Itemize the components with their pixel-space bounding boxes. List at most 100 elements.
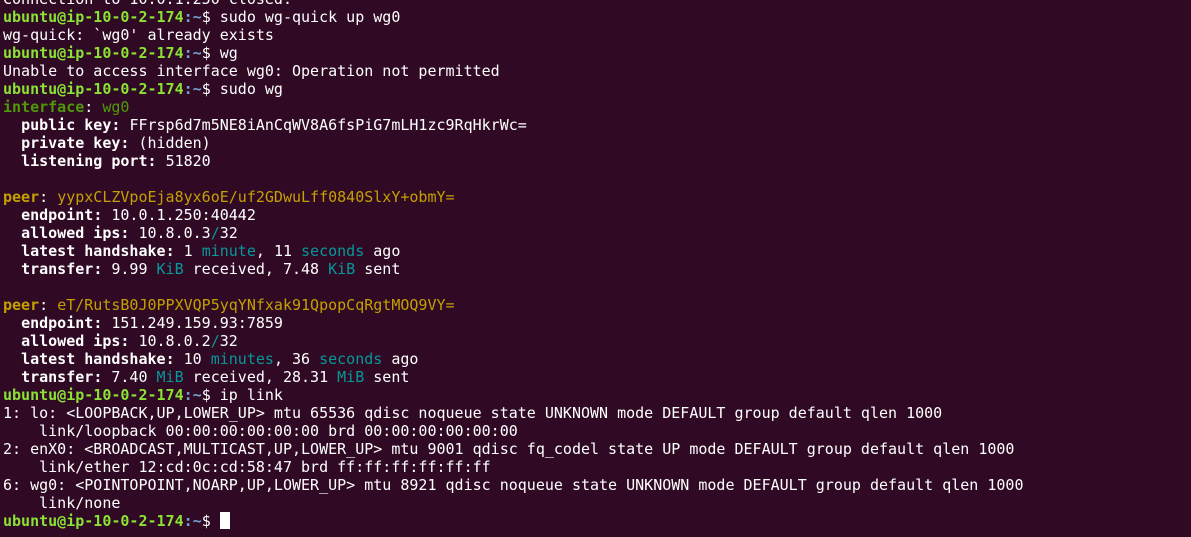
wg-field-line: public key: FFrsp6d7m5NE8iAnCqWV8A6fsPiG… (21, 116, 527, 134)
listening-port-label: listening port (21, 152, 148, 170)
listening-port-value: 51820 (165, 152, 211, 170)
transfer-label: transfer (21, 368, 94, 386)
prompt-line: ubuntu@ip-10-0-2-174:~$ sudo wg-quick up… (3, 8, 1191, 26)
transfer-rx-value: 7.40 (111, 368, 148, 386)
terminal-output: Connection to 10.0.1.250 closed. ubuntu@… (3, 0, 1191, 530)
handshake-number: 11 (273, 242, 292, 260)
ip-link-line: link/ether 12:cd:0c:cd:58:47 brd ff:ff:f… (3, 458, 491, 476)
prompt-line: ubuntu@ip-10-0-2-174:~$ sudo wg (3, 80, 1191, 98)
transfer-tx-unit: KiB (328, 260, 356, 278)
wg-field-line: allowed ips: 10.8.0.2/32 (21, 332, 238, 350)
ip-link-line: link/none (3, 494, 121, 512)
handshake-suffix: ago (391, 350, 419, 368)
public-key-value: FFrsp6d7m5NE8iAnCqWV8A6fsPiG7mLH1zc9RqHk… (129, 116, 527, 134)
prompt-path: :~ (183, 8, 202, 26)
handshake-label: latest handshake (21, 350, 166, 368)
handshake-unit: minutes (210, 350, 274, 368)
output-line: Connection to 10.0.1.250 closed. (3, 0, 1191, 8)
allowed-cidr-value: 32 (219, 224, 238, 242)
prompt-user-host: ubuntu@ip-10-0-2-174 (3, 80, 184, 98)
wg-peer-line: peer: yypxCLZVpoEja8yx6oE/uf2GDwuLff0840… (3, 188, 455, 206)
peer-key: yypxCLZVpoEja8yx6oE/uf2GDwuLff0840SlxY+o… (57, 188, 455, 206)
transfer-tx-value: 28.31 (282, 368, 329, 386)
transfer-rx-unit: MiB (156, 368, 184, 386)
wg-error-output: Unable to access interface wg0: Operatio… (3, 62, 500, 80)
transfer-rx-text: received, (192, 368, 274, 386)
endpoint-value: 151.249.159.93:7859 (111, 314, 283, 332)
interface-label: interface (3, 98, 85, 116)
wg-quick-output: wg-quick: `wg0' already exists (3, 26, 274, 44)
wg-field-line: allowed ips: 10.8.0.3/32 (21, 224, 238, 242)
handshake-number: 10 (183, 350, 202, 368)
wg-interface-line: interface: wg0 (3, 98, 130, 116)
prompt-path: :~ (183, 512, 202, 530)
command-text: sudo wg-quick up wg0 (219, 8, 401, 26)
wg-field-line: latest handshake: 10 minutes, 36 seconds… (21, 350, 419, 368)
handshake-unit: seconds (319, 350, 383, 368)
transfer-label: transfer (21, 260, 94, 278)
command-text: ip link (219, 386, 283, 404)
allowed-ip-value: 10.8.0.3 (138, 224, 211, 242)
prompt-symbol: $ (201, 386, 220, 404)
allowed-ips-label: allowed ips (21, 332, 121, 350)
wg-field-line: transfer: 7.40 MiB received, 28.31 MiB s… (21, 368, 410, 386)
terminal-window[interactable]: Connection to 10.0.1.250 closed. ubuntu@… (0, 0, 1191, 537)
ip-link-line: 1: lo: <LOOPBACK,UP,LOWER_UP> mtu 65536 … (3, 404, 943, 422)
prompt-symbol: $ (201, 512, 220, 530)
peer-label: peer (3, 296, 40, 314)
prompt-symbol: $ (201, 8, 220, 26)
private-key-value: (hidden) (138, 134, 211, 152)
transfer-rx-value: 9.99 (111, 260, 148, 278)
ip-link-line: 2: enX0: <BROADCAST,MULTICAST,UP,LOWER_U… (3, 440, 1015, 458)
allowed-cidr-value: 32 (219, 332, 238, 350)
prompt-symbol: $ (201, 80, 220, 98)
transfer-rx-text: received, (192, 260, 274, 278)
prompt-user-host: ubuntu@ip-10-0-2-174 (3, 386, 184, 404)
prompt-line: ubuntu@ip-10-0-2-174:~$ ip link (3, 386, 1191, 404)
prompt-user-host: ubuntu@ip-10-0-2-174 (3, 44, 184, 62)
public-key-label: public key (21, 116, 112, 134)
wg-peer-line: peer: eT/RutsB0J0PPXVQP5yqYNfxak91QpopCq… (3, 296, 455, 314)
private-key-label: private key (21, 134, 121, 152)
wg-field-line: transfer: 9.99 KiB received, 7.48 KiB se… (21, 260, 401, 278)
command-text: sudo wg (219, 80, 283, 98)
wg-field-line: endpoint: 10.0.1.250:40442 (21, 206, 256, 224)
connection-closed-text: Connection to 10.0.1.250 closed. (3, 0, 292, 8)
handshake-suffix: ago (373, 242, 401, 260)
ip-link-line: link/loopback 00:00:00:00:00:00 brd 00:0… (3, 422, 518, 440)
handshake-number: 36 (292, 350, 311, 368)
prompt-path: :~ (183, 80, 202, 98)
command-text: wg (219, 44, 238, 62)
wg-field-line: endpoint: 151.249.159.93:7859 (21, 314, 283, 332)
text-cursor (219, 512, 230, 529)
transfer-tx-text: sent (364, 260, 401, 278)
prompt-user-host: ubuntu@ip-10-0-2-174 (3, 512, 184, 530)
peer-label: peer (3, 188, 40, 206)
handshake-label: latest handshake (21, 242, 166, 260)
allowed-ips-label: allowed ips (21, 224, 121, 242)
ip-link-line: 6: wg0: <POINTOPOINT,NOARP,UP,LOWER_UP> … (3, 476, 1024, 494)
active-prompt-line[interactable]: ubuntu@ip-10-0-2-174:~$ (3, 512, 1191, 530)
prompt-symbol: $ (201, 44, 220, 62)
wg-field-line: listening port: 51820 (21, 152, 211, 170)
prompt-path: :~ (183, 44, 202, 62)
allowed-ip-value: 10.8.0.2 (138, 332, 211, 350)
transfer-tx-value: 7.48 (282, 260, 320, 278)
handshake-number: 1 (183, 242, 193, 260)
output-line: Unable to access interface wg0: Operatio… (3, 62, 1191, 80)
endpoint-label: endpoint (21, 314, 94, 332)
handshake-unit: minute (201, 242, 256, 260)
transfer-tx-text: sent (373, 368, 410, 386)
peer-key: eT/RutsB0J0PPXVQP5yqYNfxak91QpopCqRgtMOQ… (57, 296, 455, 314)
wg-field-line: private key: (hidden) (21, 134, 211, 152)
output-line: wg-quick: `wg0' already exists (3, 26, 1191, 44)
prompt-line: ubuntu@ip-10-0-2-174:~$ wg (3, 44, 1191, 62)
wg-field-line: latest handshake: 1 minute, 11 seconds a… (21, 242, 401, 260)
endpoint-label: endpoint (21, 206, 94, 224)
transfer-tx-unit: MiB (337, 368, 365, 386)
endpoint-value: 10.0.1.250:40442 (111, 206, 256, 224)
interface-name: wg0 (102, 98, 130, 116)
prompt-path: :~ (183, 386, 202, 404)
